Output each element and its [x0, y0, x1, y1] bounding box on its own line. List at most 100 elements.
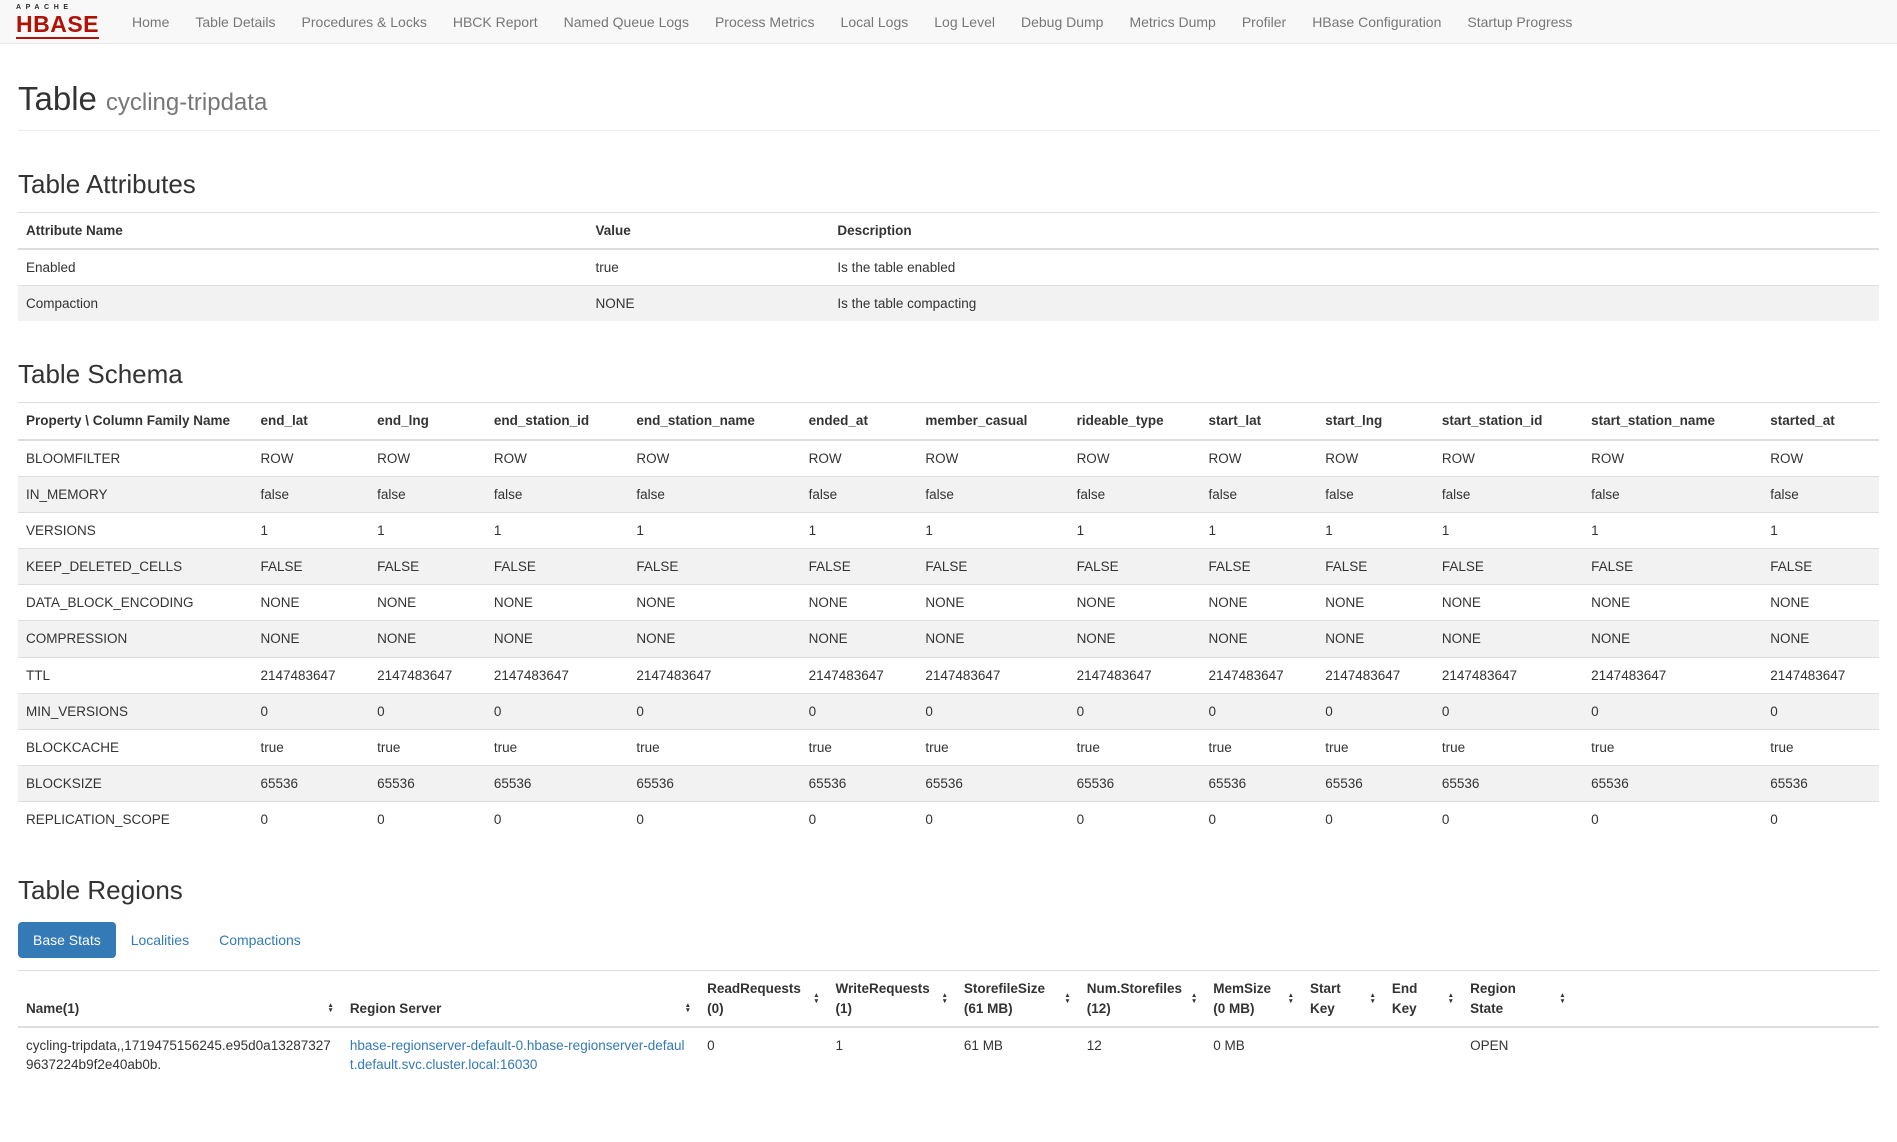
- schema-value-cell: 65536: [369, 766, 486, 802]
- schema-row: BLOCKCACHEtruetruetruetruetruetruetruetr…: [18, 729, 1879, 765]
- schema-value-cell: FALSE: [1762, 549, 1879, 585]
- sort-down-arrow: ▼: [1288, 999, 1294, 1005]
- schema-value-cell: NONE: [1762, 585, 1879, 621]
- schema-family-ended-at: ended_at: [801, 403, 918, 440]
- schema-value-cell: 0: [252, 693, 369, 729]
- sort-icon: ▲▼: [941, 993, 947, 1004]
- schema-value-cell: 1: [1434, 512, 1583, 548]
- tab-base-stats[interactable]: Base Stats: [18, 922, 116, 958]
- schema-value-cell: ROW: [1434, 440, 1583, 477]
- sort-down-arrow: ▼: [1559, 999, 1565, 1005]
- regions-header-row: Name(1)▲▼Region Server▲▼ReadRequests (0)…: [18, 971, 1879, 1027]
- logo-hbase-text: HBASE: [16, 13, 99, 39]
- hbase-logo[interactable]: APACHE HBASE: [16, 4, 99, 39]
- schema-value-cell: true: [1069, 729, 1201, 765]
- top-navbar: APACHE HBASE HomeTable DetailsProcedures…: [0, 0, 1897, 44]
- schema-value-cell: FALSE: [1583, 549, 1762, 585]
- schema-value-cell: NONE: [917, 621, 1068, 657]
- schema-value-cell: 0: [252, 802, 369, 838]
- schema-family-started-at: started_at: [1762, 403, 1879, 440]
- column-label: MemSize (0 MB): [1213, 979, 1279, 1017]
- nav-item-startup-progress[interactable]: Startup Progress: [1454, 14, 1585, 30]
- schema-value-cell: 0: [1434, 693, 1583, 729]
- schema-value-cell: 0: [917, 693, 1068, 729]
- attributes-heading: Table Attributes: [18, 169, 1879, 200]
- schema-value-cell: NONE: [486, 621, 629, 657]
- nav-item-home[interactable]: Home: [119, 14, 182, 30]
- nav-item-named-queue-logs[interactable]: Named Queue Logs: [551, 14, 702, 30]
- nav-item-log-level[interactable]: Log Level: [921, 14, 1008, 30]
- schema-value-cell: 0: [628, 802, 800, 838]
- nav-item-metrics-dump[interactable]: Metrics Dump: [1116, 14, 1228, 30]
- region-row: cycling-tripdata,,1719475156245.e95d0a13…: [18, 1027, 1879, 1082]
- sort-down-arrow: ▼: [685, 1008, 691, 1014]
- schema-value-cell: 65536: [1069, 766, 1201, 802]
- nav-item-profiler[interactable]: Profiler: [1229, 14, 1299, 30]
- schema-value-cell: true: [628, 729, 800, 765]
- schema-value-cell: NONE: [801, 621, 918, 657]
- nav-item-local-logs[interactable]: Local Logs: [828, 14, 922, 30]
- tab-compactions[interactable]: Compactions: [204, 922, 316, 958]
- schema-value-cell: 0: [917, 802, 1068, 838]
- schema-value-cell: FALSE: [1069, 549, 1201, 585]
- nav-item-debug-dump[interactable]: Debug Dump: [1008, 14, 1117, 30]
- schema-value-cell: 2147483647: [486, 657, 629, 693]
- sort-down-arrow: ▼: [1191, 999, 1197, 1005]
- sort-down-arrow: ▼: [1064, 999, 1070, 1005]
- attribute-cell: NONE: [587, 286, 829, 322]
- regions-column-name-1[interactable]: Name(1)▲▼: [18, 971, 342, 1027]
- schema-value-cell: ROW: [917, 440, 1068, 477]
- schema-value-cell: NONE: [628, 621, 800, 657]
- regions-column-memsize-0-mb[interactable]: MemSize (0 MB)▲▼: [1205, 971, 1302, 1027]
- regions-column-region-state[interactable]: Region State▲▼: [1462, 971, 1574, 1027]
- schema-family-end-lat: end_lat: [252, 403, 369, 440]
- regions-column-region-server[interactable]: Region Server▲▼: [342, 971, 699, 1027]
- regions-column-writerequests-1[interactable]: WriteRequests (1)▲▼: [828, 971, 956, 1027]
- schema-value-cell: 0: [369, 693, 486, 729]
- schema-value-cell: 2147483647: [1069, 657, 1201, 693]
- schema-family-start-station-name: start_station_name: [1583, 403, 1762, 440]
- schema-value-cell: true: [1583, 729, 1762, 765]
- schema-value-cell: FALSE: [1317, 549, 1434, 585]
- schema-value-cell: true: [486, 729, 629, 765]
- regions-column-end-key[interactable]: End Key▲▼: [1384, 971, 1462, 1027]
- attribute-row: CompactionNONEIs the table compacting: [18, 286, 1879, 322]
- schema-value-cell: ROW: [1762, 440, 1879, 477]
- sort-icon: ▲▼: [813, 993, 819, 1004]
- schema-corner-header: Property \ Column Family Name: [18, 403, 252, 440]
- schema-value-cell: false: [1762, 476, 1879, 512]
- schema-row: VERSIONS111111111111: [18, 512, 1879, 548]
- schema-row: COMPRESSIONNONENONENONENONENONENONENONEN…: [18, 621, 1879, 657]
- regions-column-start-key[interactable]: Start Key▲▼: [1302, 971, 1384, 1027]
- regions-column-num-storefiles-12[interactable]: Num.Storefiles (12)▲▼: [1079, 971, 1206, 1027]
- schema-value-cell: NONE: [369, 585, 486, 621]
- nav-item-table-details[interactable]: Table Details: [182, 14, 288, 30]
- regions-column-storefilesize-61-mb[interactable]: StorefileSize (61 MB)▲▼: [956, 971, 1079, 1027]
- column-label: Region Server: [350, 999, 442, 1018]
- nav-item-process-metrics[interactable]: Process Metrics: [702, 14, 828, 30]
- schema-family-end-station-id: end_station_id: [486, 403, 629, 440]
- schema-property-cell: VERSIONS: [18, 512, 252, 548]
- nav-item-hbck-report[interactable]: HBCK Report: [440, 14, 551, 30]
- nav-item-procedures-locks[interactable]: Procedures & Locks: [289, 14, 440, 30]
- schema-row: IN_MEMORYfalsefalsefalsefalsefalsefalsef…: [18, 476, 1879, 512]
- region-cell-end-key: [1384, 1027, 1462, 1082]
- region-server-link[interactable]: hbase-regionserver-default-0.hbase-regio…: [350, 1038, 685, 1072]
- schema-value-cell: 65536: [1434, 766, 1583, 802]
- schema-value-cell: 65536: [917, 766, 1068, 802]
- sort-icon: ▲▼: [1191, 993, 1197, 1004]
- region-tabs: Base StatsLocalitiesCompactions: [18, 922, 1879, 958]
- schema-value-cell: 0: [801, 802, 918, 838]
- tab-localities[interactable]: Localities: [116, 922, 204, 958]
- column-header-content: Region State▲▼: [1470, 979, 1566, 1017]
- regions-column-readrequests-0[interactable]: ReadRequests (0)▲▼: [699, 971, 827, 1027]
- table-schema-table: Property \ Column Family Nameend_lat end_…: [18, 402, 1879, 837]
- region-cell-num-storefiles: 12: [1079, 1027, 1206, 1082]
- schema-value-cell: NONE: [1069, 585, 1201, 621]
- schema-value-cell: NONE: [1069, 621, 1201, 657]
- nav-item-hbase-configuration[interactable]: HBase Configuration: [1299, 14, 1454, 30]
- schema-row: TTL2147483647214748364721474836472147483…: [18, 657, 1879, 693]
- schema-value-cell: NONE: [1317, 585, 1434, 621]
- schema-value-cell: ROW: [252, 440, 369, 477]
- column-header-content: ReadRequests (0)▲▼: [707, 979, 819, 1017]
